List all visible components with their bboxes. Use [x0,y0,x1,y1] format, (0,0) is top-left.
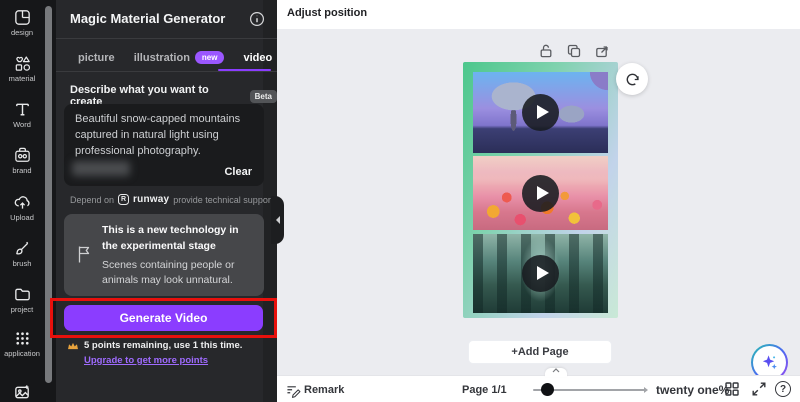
play-button-icon[interactable] [522,175,559,212]
brush-icon [0,239,44,258]
runway-logo-icon: R [118,194,129,205]
upgrade-link[interactable]: Upgrade to get more points [84,355,208,366]
notes-pen-icon[interactable] [286,384,301,398]
generator-panel: Magic Material Generator picture illustr… [56,0,277,402]
refresh-icon [624,71,641,88]
remark-button[interactable]: Remark [304,384,344,396]
blurred-text [72,161,130,176]
sidebar-item-label: brand [0,166,44,175]
add-page-button[interactable]: +Add Page [468,340,612,364]
footer-notch[interactable] [545,368,567,377]
prompt-text: Beautiful snow-capped mountains captured… [75,112,255,160]
play-button-icon[interactable] [522,255,559,292]
clear-button[interactable]: Clear [224,166,252,178]
upload-cloud-icon [0,193,44,212]
brand-icon [0,146,44,165]
tab-picture-label: picture [78,52,115,64]
sidebar-item-label: Word [0,120,44,129]
editor-canvas[interactable]: +Add Page [277,29,800,375]
zoom-slider[interactable] [533,376,646,402]
new-badge: new [195,51,225,64]
sidebar-item-label: design [0,28,44,37]
sidebar-item-image-generator[interactable] [0,383,44,402]
tab-video[interactable]: video [243,52,272,64]
footer-bar: Remark Page 1/1 twenty one% ? [277,375,800,402]
generate-video-button[interactable]: Generate Video [64,305,263,331]
image-plus-icon [0,383,44,402]
design-icon [0,8,44,27]
provider-credit-row: Depend on R runway provide technical sup… [70,194,273,205]
tabs-divider [56,71,277,72]
video-thumbnail-2[interactable] [473,156,608,230]
chevron-up-icon [552,368,560,373]
material-icon [0,54,44,73]
sidebar-item-word[interactable]: Word [0,100,44,129]
sidebar-item-material[interactable]: material [0,54,44,83]
zoom-level-label: twenty one% [656,383,729,397]
points-remaining: 5 points remaining, use 1 this time. Upg… [84,339,272,368]
tab-illustration-label: illustration [134,52,190,64]
apps-grid-icon [0,329,44,348]
sidebar-scrollbar[interactable] [45,6,52,383]
prompt-input[interactable]: Beautiful snow-capped mountains captured… [64,104,264,186]
flag-icon [77,245,91,264]
notice-text-block: This is a new technology in the experime… [102,223,256,288]
tab-video-label: video [243,52,272,64]
video-thumbnail-3[interactable] [473,234,608,313]
fullscreen-icon[interactable] [752,382,766,396]
tab-picture[interactable]: picture [78,52,115,64]
header-divider [56,38,277,39]
play-button-icon[interactable] [522,94,559,131]
crown-icon [67,341,79,351]
experimental-notice: This is a new technology in the experime… [64,214,264,296]
sidebar-item-label: Upload [0,213,44,222]
provider-prefix: Depend on [70,195,114,205]
panel-title: Magic Material Generator [70,11,225,26]
duplicate-icon[interactable] [565,42,582,59]
page-actions [537,42,610,59]
sidebar-item-application[interactable]: application [0,329,44,358]
folder-icon [0,285,44,304]
text-icon [0,100,44,119]
app-window: design material Word brand Upload brush … [0,0,800,402]
chevron-left-icon [275,216,281,224]
tab-bar: picture illustration new video [56,44,277,71]
zoom-slider-thumb[interactable] [541,383,554,396]
video-page-card[interactable] [463,62,618,318]
video-thumbnail-1[interactable] [473,72,608,153]
points-text: 5 points remaining, use 1 this time. [84,340,242,351]
provider-suffix: provide technical support [173,195,273,205]
top-toolbar: Adjust position [277,0,800,29]
tab-illustration[interactable]: illustration new [134,51,225,64]
page-indicator: Page 1/1 [462,384,507,396]
sidebar-item-design[interactable]: design [0,8,44,37]
panel-collapse-handle[interactable] [271,196,284,244]
icon-rail: design material Word brand Upload brush … [0,0,56,402]
grid-view-icon[interactable] [725,382,739,396]
sidebar-item-label: application [0,349,44,358]
export-icon[interactable] [593,42,610,59]
provider-name: runway [133,194,169,205]
regenerate-button[interactable] [616,63,648,95]
sidebar-item-brand[interactable]: brand [0,146,44,175]
sidebar-item-label: brush [0,259,44,268]
unlock-icon[interactable] [537,42,554,59]
sidebar-item-brush[interactable]: brush [0,239,44,268]
sidebar-item-label: material [0,74,44,83]
zoom-slider-end [644,387,648,393]
help-button[interactable]: ? [775,381,791,397]
beta-badge: Beta [250,90,277,103]
sparkle-icon [760,353,779,372]
sidebar-item-upload[interactable]: Upload [0,193,44,222]
info-icon[interactable] [249,11,265,27]
sidebar-item-label: project [0,305,44,314]
toolbar-title: Adjust position [287,7,367,19]
notice-body: Scenes containing people or animals may … [102,258,256,288]
sidebar-item-project[interactable]: project [0,285,44,314]
notice-title: This is a new technology in the experime… [102,223,256,255]
